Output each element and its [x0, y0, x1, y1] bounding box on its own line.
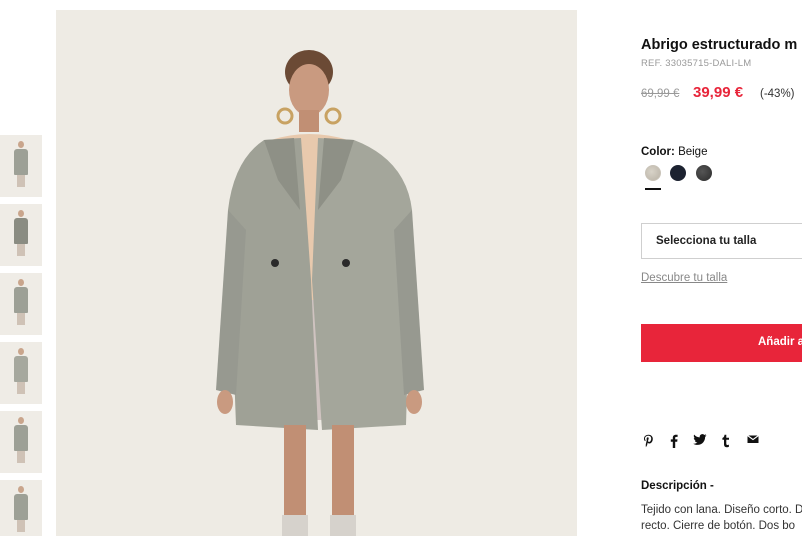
model-illustration [56, 10, 577, 536]
add-to-cart-button[interactable]: Añadir a [641, 324, 802, 362]
size-select-label: Selecciona tu talla [656, 235, 757, 247]
size-select[interactable]: Selecciona tu talla [641, 223, 802, 259]
thumbnail-1[interactable] [0, 135, 42, 197]
color-swatches [645, 165, 745, 195]
add-to-cart-label: Añadir a [758, 336, 802, 348]
thumbnail-5[interactable] [0, 411, 42, 473]
size-guide-link[interactable]: Descubre tu talla [641, 272, 727, 284]
color-value: Beige [678, 146, 708, 158]
product-page: Abrigo estructurado m REF. 33035715-DALI… [0, 0, 802, 536]
sale-price: 39,99 € [693, 84, 744, 101]
product-reference: REF. 33035715-DALI-LM [641, 58, 752, 69]
pinterest-icon[interactable] [643, 434, 654, 448]
description-line-1: Tejido con lana. Diseño corto. D [641, 504, 802, 516]
description-text: Tejido con lana. Diseño corto. D recto. … [641, 503, 802, 534]
description-heading[interactable]: Descripción - [641, 480, 714, 492]
main-product-image[interactable] [56, 10, 577, 536]
color-selector-label: Color: Beige [641, 146, 707, 158]
thumbnail-4[interactable] [0, 342, 42, 404]
thumbnail-3[interactable] [0, 273, 42, 335]
product-info-panel: Abrigo estructurado m REF. 33035715-DALI… [641, 0, 802, 536]
email-icon[interactable] [747, 434, 759, 444]
tumblr-icon[interactable] [721, 434, 730, 448]
thumbnail-2[interactable] [0, 204, 42, 266]
swatch-beige[interactable] [645, 165, 661, 181]
description-line-2: recto. Cierre de botón. Dos bo [641, 519, 796, 532]
thumbnail-strip [0, 135, 42, 536]
thumbnail-6[interactable] [0, 480, 42, 536]
color-label: Color: [641, 146, 675, 158]
original-price: 69,99 € [641, 88, 680, 100]
discount-badge: (-43%) [760, 88, 795, 100]
twitter-icon[interactable] [693, 434, 707, 446]
selected-swatch-indicator [645, 188, 661, 190]
swatch-charcoal[interactable] [696, 165, 712, 181]
share-icons [641, 434, 771, 450]
swatch-navy[interactable] [670, 165, 686, 181]
product-title: Abrigo estructurado m [641, 37, 798, 53]
facebook-icon[interactable] [670, 434, 678, 448]
